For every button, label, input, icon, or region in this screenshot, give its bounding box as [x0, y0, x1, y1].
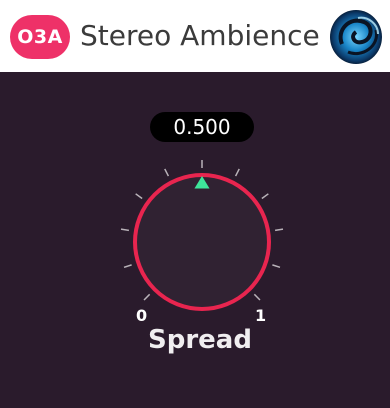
header: O3A Stereo Ambience — [0, 0, 390, 72]
knob-label: Spread — [148, 325, 252, 355]
knob-tick — [274, 228, 284, 232]
knob-tick — [253, 293, 261, 301]
scale-max-label: 1 — [255, 306, 267, 325]
scale-min-label: 0 — [136, 306, 148, 325]
knob-tick — [123, 264, 132, 269]
knob-tick — [164, 168, 170, 177]
knob-tick — [261, 193, 269, 200]
plugin-title: Stereo Ambience — [80, 19, 320, 52]
swirl-logo-icon — [330, 10, 382, 64]
plugin-badge: O3A — [10, 15, 70, 59]
knob-tick — [120, 228, 130, 232]
value-readout[interactable]: 0.500 — [150, 112, 254, 142]
knob-tick — [272, 264, 281, 269]
knob-tick — [234, 168, 240, 177]
knob-tick — [143, 293, 151, 301]
knob-tick — [135, 193, 143, 200]
